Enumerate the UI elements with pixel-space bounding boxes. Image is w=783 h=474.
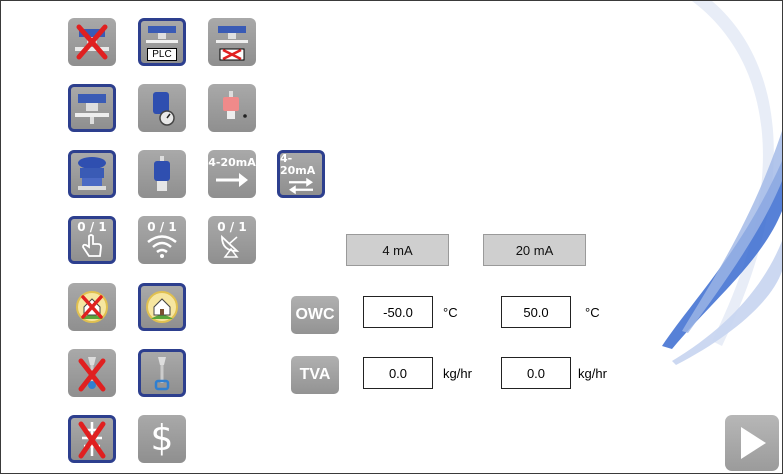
tva-high-unit: kg/hr: [578, 366, 607, 381]
actuator-disabled-icon: [75, 24, 109, 60]
owc-label: OWC: [291, 296, 339, 334]
positioner-tile[interactable]: [138, 150, 186, 198]
tva-low-field[interactable]: [363, 357, 433, 389]
satellite-input-label: 0 / 1: [217, 220, 247, 234]
manual-input-label: 0 / 1: [77, 220, 107, 234]
pneumatic-actuator-tile[interactable]: [68, 150, 116, 198]
antenna-disabled-icon: [78, 421, 106, 459]
dollar-icon: $: [150, 418, 174, 459]
house-icon: [146, 291, 178, 323]
solenoid-positioner-tile[interactable]: [138, 84, 186, 132]
satellite-dish-icon: [221, 234, 240, 258]
actuator-plc-tile[interactable]: PLC: [138, 18, 186, 66]
actuator-manifold-tile[interactable]: [68, 84, 116, 132]
actuator-icon: [216, 25, 248, 43]
wifi-icon: [147, 235, 177, 258]
current-output-label: 4-20mA: [208, 156, 256, 169]
actuator-plc-disabled-tile[interactable]: [208, 18, 256, 66]
house-disabled-icon: [76, 291, 108, 323]
antenna-disabled-tile[interactable]: [68, 415, 116, 463]
tva-label: TVA: [291, 356, 339, 394]
4ma-button[interactable]: 4 mA: [346, 234, 449, 266]
solenoid-gauge-icon: [153, 92, 175, 126]
20ma-button[interactable]: 20 mA: [483, 234, 586, 266]
actuator-icon: [146, 25, 178, 43]
next-button[interactable]: [725, 415, 779, 471]
satellite-input-tile[interactable]: 0 / 1: [208, 216, 256, 264]
plc-label: PLC: [147, 47, 177, 61]
current-bidirectional-label: 4-20mA: [280, 152, 316, 177]
background-swoosh: [662, 1, 782, 365]
house-disabled-tile[interactable]: [68, 283, 116, 331]
tva-high-field[interactable]: [501, 357, 571, 389]
play-arrow-icon: [741, 427, 766, 459]
valve-disabled-icon: [78, 357, 106, 392]
valve-tile[interactable]: [138, 349, 186, 397]
arrow-right-icon: [216, 173, 248, 187]
valve-icon: [154, 357, 170, 391]
limit-switch-red-tile[interactable]: [208, 84, 256, 132]
owc-low-field[interactable]: [363, 296, 433, 328]
actuator-disabled-tile[interactable]: [68, 18, 116, 66]
arrows-bidirectional-icon: [289, 177, 313, 195]
owc-high-field[interactable]: [501, 296, 571, 328]
main-panel: PLC 4-20mA 4-20mA 0 / 1 0 / 1 0 / 1 $ 4 …: [0, 0, 783, 474]
positioner-icon: [154, 156, 170, 191]
current-output-tile[interactable]: 4-20mA: [208, 150, 256, 198]
pneumatic-actuator-icon: [78, 157, 106, 190]
wireless-input-label: 0 / 1: [147, 220, 177, 234]
owc-low-unit: °C: [443, 305, 458, 320]
tva-low-unit: kg/hr: [443, 366, 472, 381]
current-bidirectional-tile[interactable]: 4-20mA: [277, 150, 325, 198]
valve-disabled-tile[interactable]: [68, 349, 116, 397]
hand-pointer-icon: [82, 234, 102, 257]
manifold-actuator-icon: [75, 94, 109, 124]
plc-crossed-icon: [219, 48, 245, 60]
manual-input-tile[interactable]: 0 / 1: [68, 216, 116, 264]
wireless-input-tile[interactable]: 0 / 1: [138, 216, 186, 264]
house-tile[interactable]: [138, 283, 186, 331]
owc-high-unit: °C: [585, 305, 600, 320]
limit-switch-icon: [223, 91, 247, 119]
currency-tile[interactable]: $: [138, 415, 186, 463]
